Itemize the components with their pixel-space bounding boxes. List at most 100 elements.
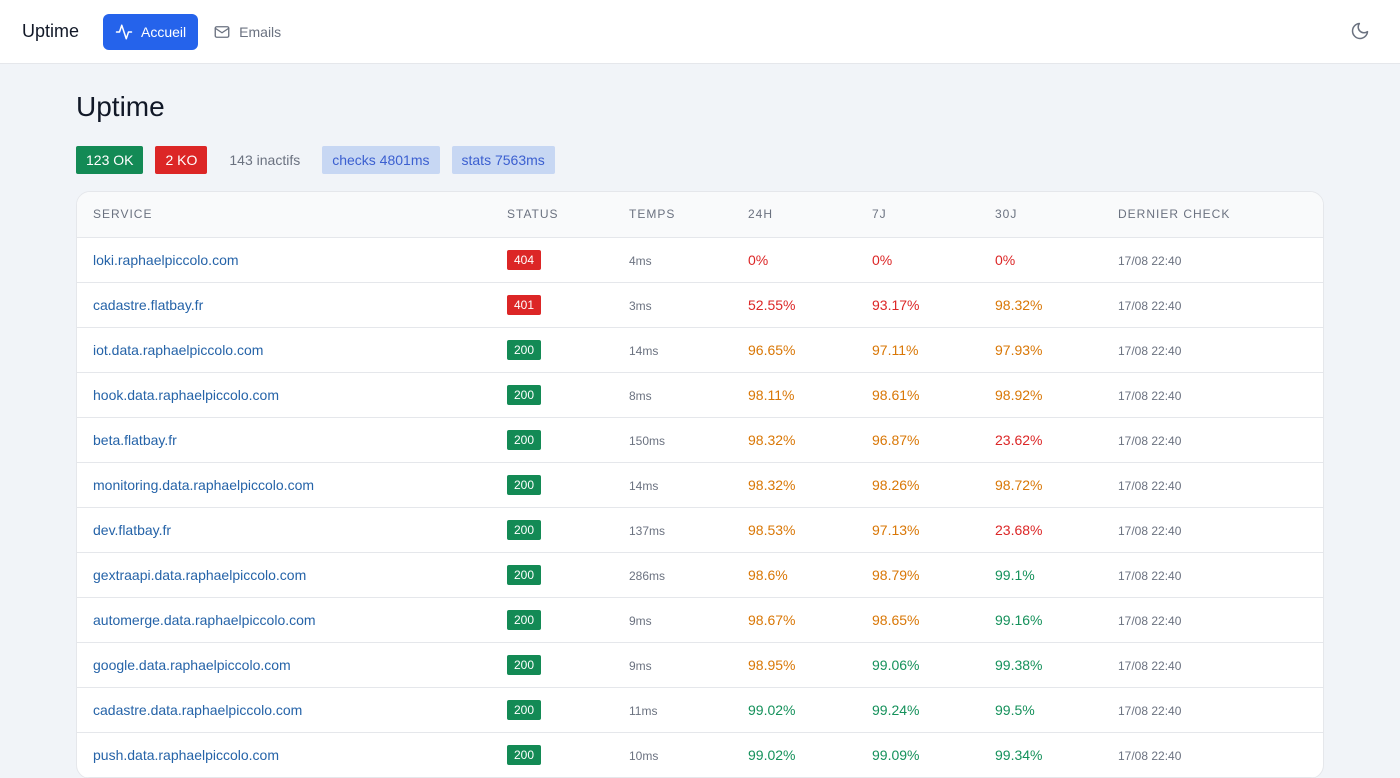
response-time-cell: 4ms bbox=[629, 237, 748, 283]
uptime-24h: 52.55% bbox=[748, 296, 796, 313]
response-time-cell: 286ms bbox=[629, 552, 748, 598]
uptime-24h-cell: 52.55% bbox=[748, 282, 872, 328]
last-check: 17/08 22:40 bbox=[1118, 658, 1182, 673]
last-check-cell: 17/08 22:40 bbox=[1118, 462, 1323, 508]
response-time-cell: 8ms bbox=[629, 372, 748, 418]
uptime-7j-cell: 97.11% bbox=[872, 327, 995, 373]
uptime-30j: 23.62% bbox=[995, 431, 1043, 448]
ok-count-badge: 123 OK bbox=[76, 146, 144, 174]
uptime-7j-cell: 0% bbox=[872, 237, 995, 283]
service-cell: monitoring.data.raphaelpiccolo.com bbox=[77, 462, 507, 508]
uptime-7j: 0% bbox=[872, 251, 893, 268]
uptime-24h: 0% bbox=[748, 251, 769, 268]
service-cell: automerge.data.raphaelpiccolo.com bbox=[77, 597, 507, 643]
status-cell: 200 bbox=[507, 687, 629, 733]
response-time: 14ms bbox=[629, 343, 659, 358]
last-check: 17/08 22:40 bbox=[1118, 388, 1182, 403]
response-time: 9ms bbox=[629, 613, 652, 628]
uptime-24h-cell: 99.02% bbox=[748, 687, 872, 733]
uptime-7j: 98.65% bbox=[872, 611, 920, 628]
stats-bar: 123 OK 2 KO 143 inactifs checks 4801ms s… bbox=[76, 146, 1324, 174]
table-row: dev.flatbay.fr 200 137ms 98.53% 97.13% 23.68%… bbox=[77, 507, 1323, 553]
uptime-7j: 99.06% bbox=[872, 656, 920, 673]
service-link[interactable]: cadastre.flatbay.fr bbox=[93, 297, 203, 313]
service-cell: hook.data.raphaelpiccolo.com bbox=[77, 372, 507, 418]
uptime-30j: 0% bbox=[995, 251, 1016, 268]
service-link[interactable]: cadastre.data.raphaelpiccolo.com bbox=[93, 702, 302, 718]
mail-icon bbox=[214, 25, 230, 38]
uptime-7j: 93.17% bbox=[872, 296, 920, 313]
uptime-30j: 98.72% bbox=[995, 476, 1043, 493]
response-time: 14ms bbox=[629, 478, 659, 493]
service-link[interactable]: monitoring.data.raphaelpiccolo.com bbox=[93, 477, 314, 493]
uptime-24h: 98.53% bbox=[748, 521, 796, 538]
uptime-30j-cell: 99.16% bbox=[995, 597, 1118, 643]
status-cell: 200 bbox=[507, 642, 629, 688]
last-check: 17/08 22:40 bbox=[1118, 253, 1182, 268]
status-code-badge: 200 bbox=[507, 744, 542, 765]
header-service: Service bbox=[77, 192, 507, 238]
last-check-cell: 17/08 22:40 bbox=[1118, 327, 1323, 373]
uptime-24h-cell: 0% bbox=[748, 237, 872, 283]
nav-home-button[interactable]: Accueil bbox=[103, 13, 199, 50]
last-check: 17/08 22:40 bbox=[1118, 613, 1182, 628]
uptime-24h: 98.32% bbox=[748, 476, 796, 493]
checks-duration-badge: checks 4801ms bbox=[322, 146, 440, 174]
brand-title[interactable]: Uptime bbox=[22, 21, 79, 42]
status-cell: 200 bbox=[507, 372, 629, 418]
uptime-24h: 99.02% bbox=[748, 746, 796, 763]
service-link[interactable]: google.data.raphaelpiccolo.com bbox=[93, 657, 291, 673]
header-last-check: Dernier check bbox=[1118, 192, 1323, 238]
service-link[interactable]: dev.flatbay.fr bbox=[93, 522, 171, 538]
uptime-7j-cell: 93.17% bbox=[872, 282, 995, 328]
last-check: 17/08 22:40 bbox=[1118, 523, 1182, 538]
last-check: 17/08 22:40 bbox=[1118, 568, 1182, 583]
uptime-7j-cell: 99.06% bbox=[872, 642, 995, 688]
table-row: gextraapi.data.raphaelpiccolo.com 200 286m… bbox=[77, 552, 1323, 598]
last-check: 17/08 22:40 bbox=[1118, 433, 1182, 448]
service-cell: cadastre.data.raphaelpiccolo.com bbox=[77, 687, 507, 733]
status-cell: 200 bbox=[507, 552, 629, 598]
status-cell: 200 bbox=[507, 732, 629, 778]
uptime-7j: 99.09% bbox=[872, 746, 920, 763]
uptime-7j: 97.11% bbox=[872, 341, 919, 358]
uptime-24h-cell: 98.32% bbox=[748, 462, 872, 508]
uptime-24h: 98.32% bbox=[748, 431, 796, 448]
ko-count-badge: 2 KO bbox=[155, 146, 208, 174]
response-time-cell: 150ms bbox=[629, 417, 748, 463]
response-time: 286ms bbox=[629, 568, 666, 583]
uptime-24h-cell: 98.67% bbox=[748, 597, 872, 643]
service-link[interactable]: push.data.raphaelpiccolo.com bbox=[93, 747, 279, 763]
last-check: 17/08 22:40 bbox=[1118, 298, 1182, 313]
uptime-7j-cell: 99.24% bbox=[872, 687, 995, 733]
service-link[interactable]: beta.flatbay.fr bbox=[93, 432, 177, 448]
inactive-count: 143 inactifs bbox=[229, 152, 301, 168]
service-link[interactable]: hook.data.raphaelpiccolo.com bbox=[93, 387, 279, 403]
nav-emails-button[interactable]: Emails bbox=[201, 14, 293, 50]
uptime-7j: 98.79% bbox=[872, 566, 920, 583]
service-cell: push.data.raphaelpiccolo.com bbox=[77, 732, 507, 778]
table-row: cadastre.data.raphaelpiccolo.com 200 11ms 9… bbox=[77, 687, 1323, 733]
uptime-7j-cell: 96.87% bbox=[872, 417, 995, 463]
table-header-row: Service Status Temps 24h 7j 30j Dernier … bbox=[77, 192, 1323, 238]
uptime-24h-cell: 98.53% bbox=[748, 507, 872, 553]
moon-icon[interactable] bbox=[1350, 21, 1370, 41]
status-cell: 401 bbox=[507, 282, 629, 328]
uptime-7j: 96.87% bbox=[872, 431, 920, 448]
status-code-badge: 404 bbox=[507, 249, 542, 270]
service-link[interactable]: automerge.data.raphaelpiccolo.com bbox=[93, 612, 316, 628]
table-row: google.data.raphaelpiccolo.com 200 9ms 98.9… bbox=[77, 642, 1323, 688]
uptime-24h: 99.02% bbox=[748, 701, 796, 718]
service-link[interactable]: gextraapi.data.raphaelpiccolo.com bbox=[93, 567, 306, 583]
uptime-30j: 99.34% bbox=[995, 746, 1043, 763]
uptime-30j-cell: 97.93% bbox=[995, 327, 1118, 373]
service-link[interactable]: loki.raphaelpiccolo.com bbox=[93, 252, 239, 268]
service-link[interactable]: iot.data.raphaelpiccolo.com bbox=[93, 342, 263, 358]
status-code-badge: 200 bbox=[507, 339, 542, 360]
status-cell: 200 bbox=[507, 327, 629, 373]
last-check-cell: 17/08 22:40 bbox=[1118, 417, 1323, 463]
last-check-cell: 17/08 22:40 bbox=[1118, 642, 1323, 688]
uptime-30j-cell: 23.62% bbox=[995, 417, 1118, 463]
last-check-cell: 17/08 22:40 bbox=[1118, 687, 1323, 733]
response-time: 137ms bbox=[629, 523, 666, 538]
